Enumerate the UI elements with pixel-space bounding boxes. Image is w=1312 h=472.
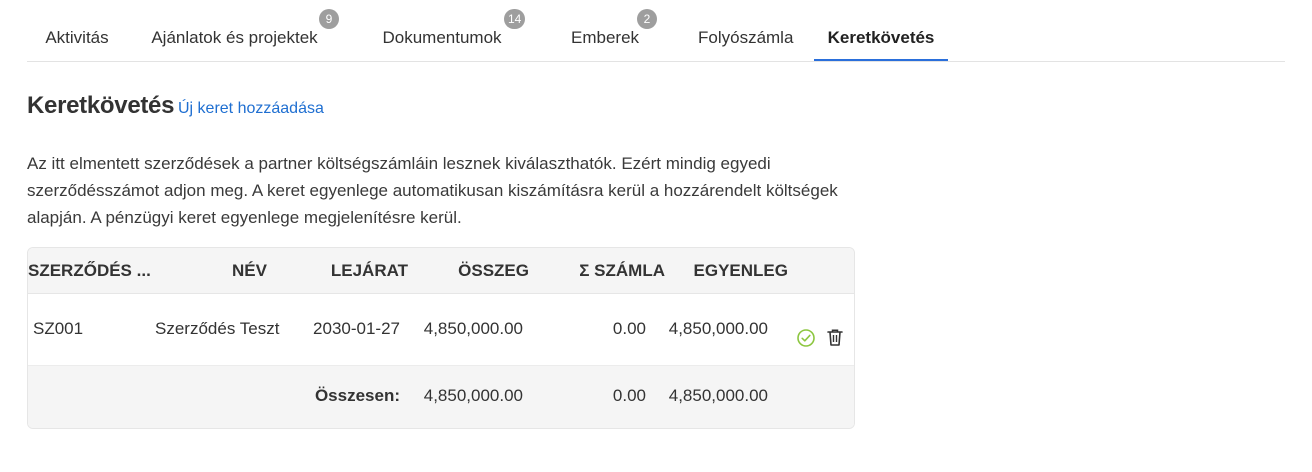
page-description: Az itt elmentett szerződések a partner k… [27, 154, 838, 227]
tab-dokumentumok[interactable]: Dokumentumok [379, 0, 505, 60]
total-label: Összesen: [314, 386, 400, 405]
tab-count-badge: 9 [319, 9, 339, 29]
invoiced-cell: 0.00 [612, 319, 646, 338]
table-header: SZERZŐDÉS ... NÉV LEJÁRAT ÖSSZEG Σ SZÁML… [28, 248, 854, 294]
column-header-invoiced[interactable]: Σ SZÁMLA [548, 261, 665, 281]
table-row[interactable]: SZ001 Szerződés Teszt 2030-01-27 4,850,0… [28, 294, 854, 366]
contract-no-cell: SZ001 [33, 319, 84, 338]
table-footer-total: Összesen: 4,850,000.00 0.00 4,850,000.00 [28, 366, 854, 428]
contract-name-cell: Szerződés Teszt [155, 319, 280, 338]
check-circle-icon[interactable] [796, 328, 816, 353]
tab-folyoszamla[interactable]: Folyószámla [698, 0, 793, 60]
tab-count-badge: 14 [504, 9, 526, 29]
expiry-cell: 2030-01-27 [313, 319, 400, 338]
tab-count-badge: 2 [637, 9, 657, 29]
total-amount: 4,850,000.00 [423, 386, 523, 405]
total-balance: 4,850,000.00 [668, 386, 768, 405]
tab-aktivitas[interactable]: Aktivitás [44, 0, 110, 60]
column-header-amount[interactable]: ÖSSZEG [428, 261, 529, 281]
tab-bar: Aktivitás Ajánlatok és projektek 9 Dokum… [27, 0, 1285, 62]
page-title: Keretkövetés [27, 92, 175, 119]
tab-keretkovetes[interactable]: Keretkövetés [814, 0, 948, 61]
balance-cell: 4,850,000.00 [668, 319, 768, 338]
amount-cell: 4,850,000.00 [423, 319, 523, 338]
total-invoiced: 0.00 [612, 386, 646, 405]
add-budget-link[interactable]: Új keret hozzáadása [178, 100, 324, 118]
column-header-expiry[interactable]: LEJÁRAT [318, 261, 408, 281]
budget-table: SZERZŐDÉS ... NÉV LEJÁRAT ÖSSZEG Σ SZÁML… [27, 247, 855, 429]
tab-ajanlatok-es-projektek[interactable]: Ajánlatok és projektek [148, 0, 321, 60]
column-header-contract-no[interactable]: SZERZŐDÉS ... [28, 261, 151, 281]
tab-emberek[interactable]: Emberek [571, 0, 639, 60]
trash-icon[interactable] [825, 327, 845, 352]
column-header-name[interactable]: NÉV [232, 261, 267, 281]
column-header-balance[interactable]: EGYENLEG [678, 261, 788, 281]
